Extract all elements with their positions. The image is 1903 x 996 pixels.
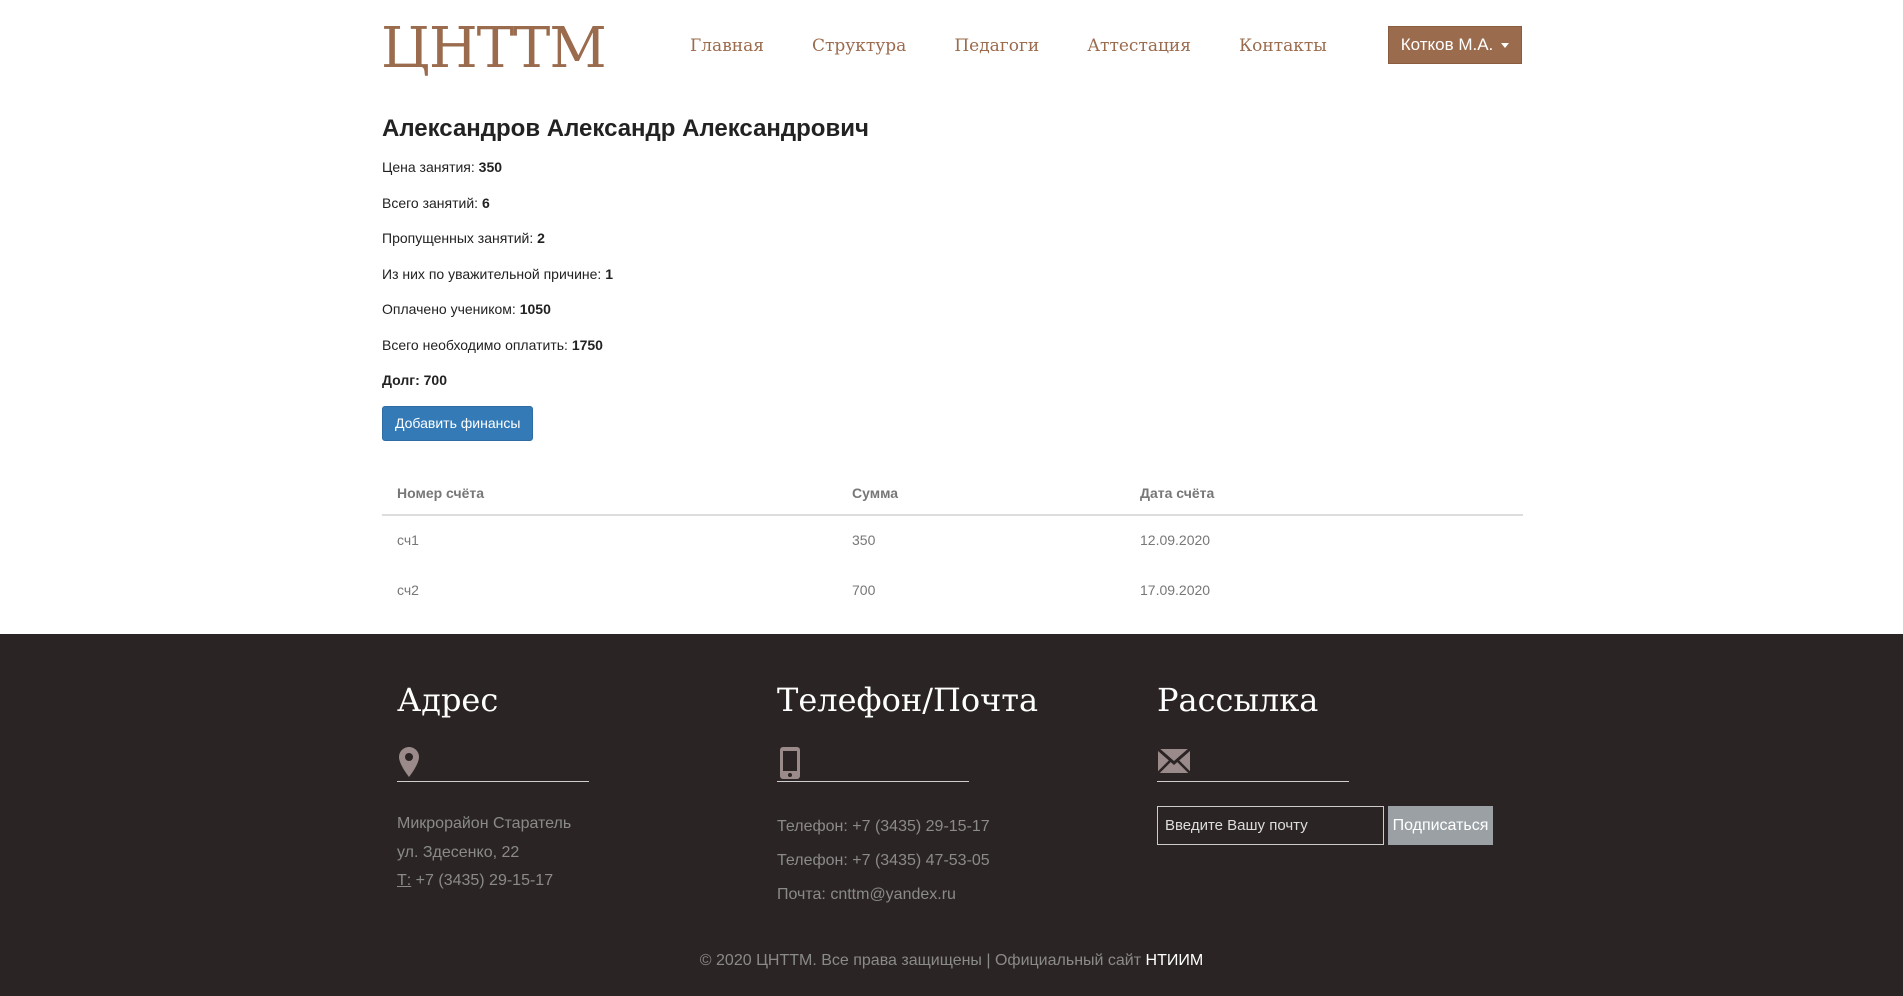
debt-label: Долг:	[382, 372, 420, 388]
invoices-table: Номер счёта Сумма Дата счёта сч1 350 12.…	[382, 472, 1523, 615]
nav-link-attestation[interactable]: Аттестация	[1087, 34, 1191, 58]
site-footer: Адрес Микрорайон Старатель ул. Здесенко,…	[0, 634, 1903, 996]
footer-newsletter-column: Рассылка Подписаться	[1157, 680, 1517, 845]
table-header-row: Номер счёта Сумма Дата счёта	[382, 472, 1523, 516]
total-lessons-value: 6	[481, 194, 490, 211]
total-due-row: Всего необходимо оплатить: 1750	[382, 335, 1523, 355]
user-menu-button[interactable]: Котков М.А.	[1388, 26, 1522, 64]
subscribe-email-input[interactable]	[1157, 806, 1384, 845]
missed-lessons-row: Пропущенных занятий: 2	[382, 228, 1523, 248]
invoice-number-cell: сч1	[397, 532, 419, 548]
table-row: сч2 700 17.09.2020	[382, 565, 1523, 615]
paid-row: Оплачено учеником: 1050	[382, 299, 1523, 319]
footer-address-column: Адрес Микрорайон Старатель ул. Здесенко,…	[397, 680, 697, 896]
contact-line: Телефон: +7 (3435) 47-53-05	[777, 852, 990, 869]
lesson-price-label: Цена занятия:	[382, 159, 475, 175]
footer-contacts-title: Телефон/Почта	[777, 681, 1039, 719]
caret-down-icon	[1501, 42, 1510, 48]
column-header-invoice-date: Дата счёта	[1125, 472, 1523, 516]
site-logo[interactable]: ЦНТТМ	[381, 14, 607, 84]
finance-summary: Цена занятия: 350 Всего занятий: 6 Пропу…	[382, 157, 1523, 390]
paid-label: Оплачено учеником:	[382, 301, 516, 317]
table-row: сч1 350 12.09.2020	[382, 515, 1523, 565]
site-header: ЦНТТМ Главная Структура Педагоги Аттеста…	[0, 0, 1903, 90]
invoice-date-cell: 17.09.2020	[1140, 581, 1211, 598]
main-content: Александров Александр Александрович Цена…	[382, 112, 1523, 615]
missed-lessons-label: Пропущенных занятий:	[382, 230, 534, 246]
address-line: ул. Здесенко, 22	[397, 843, 520, 861]
official-site-link[interactable]: НТИИМ	[1146, 952, 1204, 969]
column-header-amount: Сумма	[837, 472, 1125, 516]
total-due-label: Всего необходимо оплатить:	[382, 336, 568, 353]
mobile-phone-icon	[780, 747, 800, 779]
invoice-amount-cell: 700	[852, 581, 876, 598]
nav-link-teachers[interactable]: Педагоги	[954, 34, 1039, 58]
add-finances-button[interactable]: Добавить финансы	[382, 405, 534, 441]
excused-lessons-label: Из них по уважительной причине:	[382, 265, 602, 282]
footer-address-divider	[397, 744, 589, 782]
phone-label: Т:	[397, 872, 412, 889]
footer-contacts-divider	[777, 744, 969, 782]
address-line: Микрорайон Старатель	[397, 815, 572, 832]
total-due-value: 1750	[571, 336, 603, 353]
student-name: Александров Александр Александрович	[382, 115, 869, 142]
subscribe-form: Подписаться	[1157, 806, 1517, 845]
copyright-text: © 2020 ЦНТТМ. Все права защищены | Офици…	[699, 952, 1142, 969]
footer-newsletter-divider	[1157, 744, 1349, 782]
invoice-date-cell: 12.09.2020	[1140, 532, 1211, 548]
footer-address-title: Адрес	[397, 681, 499, 719]
nav-link-home[interactable]: Главная	[690, 34, 764, 58]
total-lessons-label: Всего занятий:	[382, 194, 479, 211]
total-lessons-row: Всего занятий: 6	[382, 193, 1523, 213]
footer-contacts-lines: Телефон: +7 (3435) 29-15-17 Телефон: +7 …	[777, 810, 1077, 912]
copyright: © 2020 ЦНТТМ. Все права защищены | Офици…	[0, 952, 1903, 970]
column-header-invoice-number: Номер счёта	[382, 472, 837, 516]
lesson-price-row: Цена занятия: 350	[382, 157, 1523, 177]
footer-newsletter-title: Рассылка	[1157, 681, 1319, 719]
invoice-number-cell: сч2	[397, 581, 419, 598]
contact-line: Телефон: +7 (3435) 29-15-17	[777, 818, 990, 835]
user-menu-label: Котков М.А.	[1400, 35, 1494, 54]
missed-lessons-value: 2	[537, 230, 545, 246]
invoice-amount-cell: 350	[852, 532, 876, 548]
footer-contacts-column: Телефон/Почта Телефон: +7 (3435) 29-15-1…	[777, 680, 1077, 912]
address-phone: +7 (3435) 29-15-17	[415, 872, 554, 889]
debt-row: Долг: 700	[382, 370, 1523, 390]
excused-lessons-row: Из них по уважительной причине: 1	[382, 264, 1523, 284]
footer-address-lines: Микрорайон Старатель ул. Здесенко, 22 Т:…	[397, 810, 697, 896]
contact-line: Почта: cnttm@yandex.ru	[777, 886, 956, 903]
paid-value: 1050	[519, 301, 551, 317]
subscribe-button[interactable]: Подписаться	[1388, 806, 1493, 845]
main-nav: Главная Структура Педагоги Аттестация Ко…	[690, 34, 1375, 58]
address-phone-line: Т: +7 (3435) 29-15-17	[397, 867, 697, 896]
envelope-icon	[1157, 747, 1191, 774]
excused-lessons-value: 1	[605, 265, 613, 282]
debt-value: 700	[423, 372, 447, 388]
nav-link-contacts[interactable]: Контакты	[1239, 34, 1327, 58]
nav-link-structure[interactable]: Структура	[812, 34, 906, 58]
lesson-price-value: 350	[478, 159, 503, 175]
map-marker-icon	[399, 747, 419, 777]
